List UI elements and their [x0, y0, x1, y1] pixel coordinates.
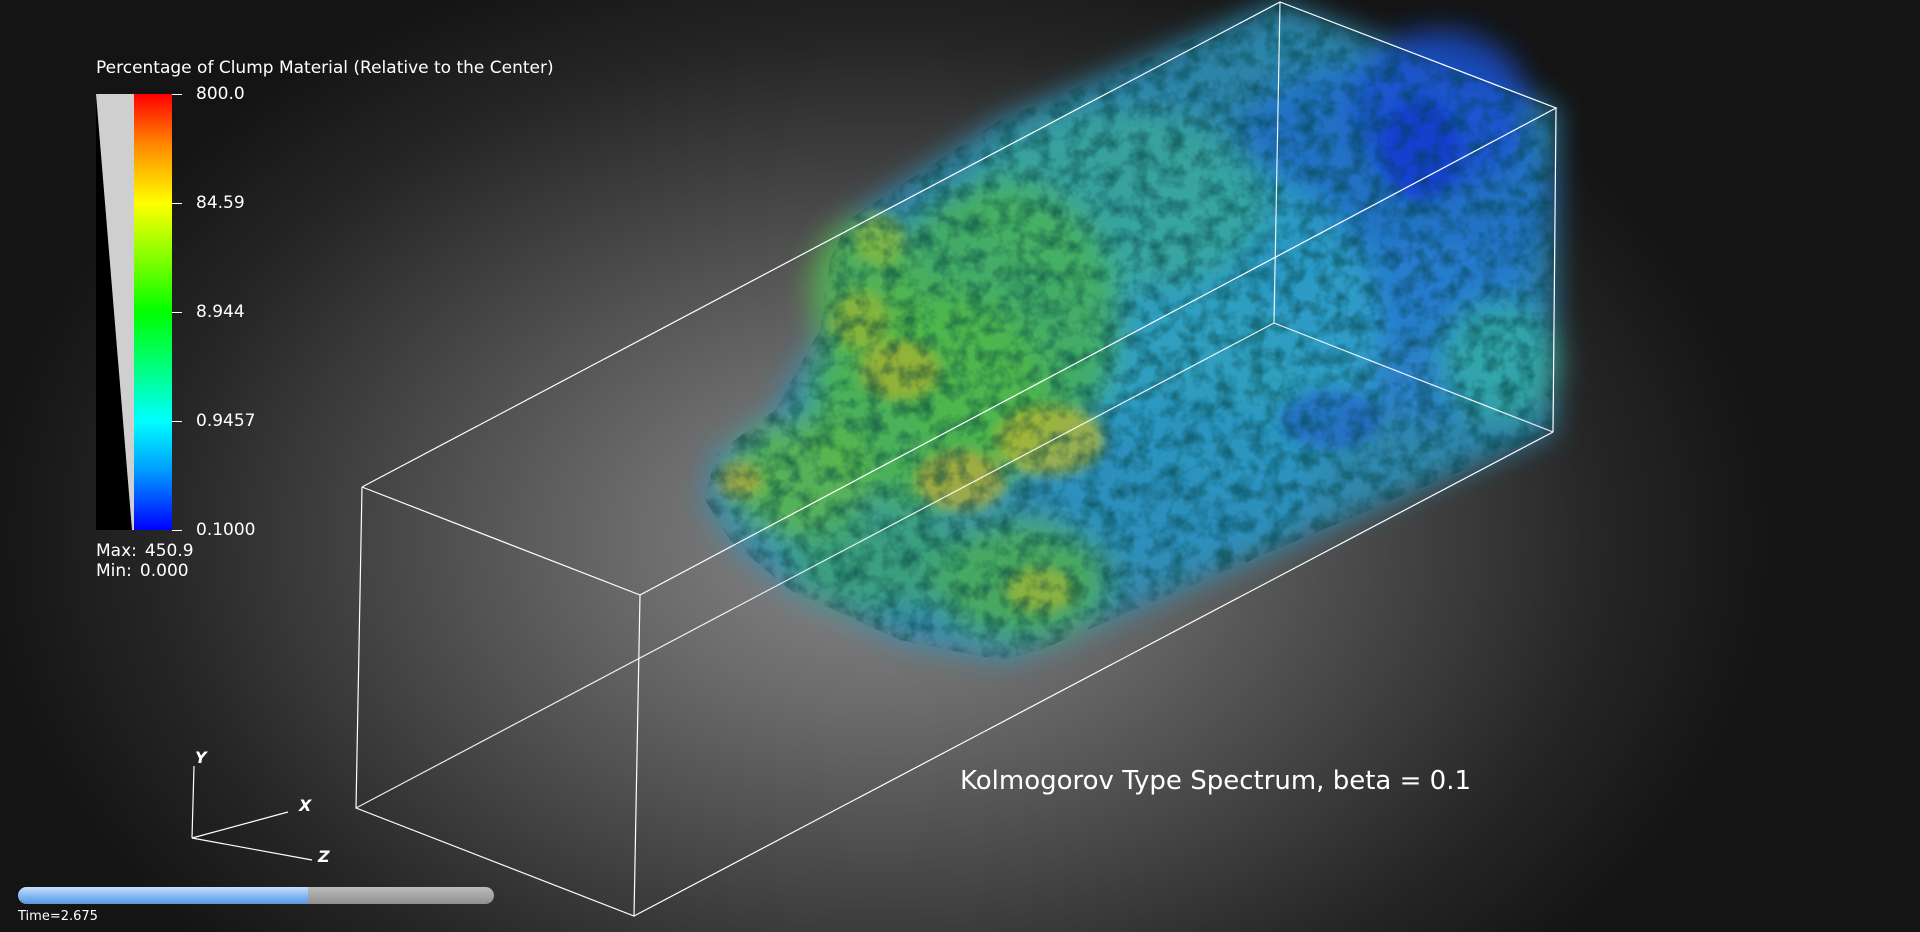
axis-label-z: Z	[318, 847, 330, 866]
time-label: Time=2.675	[18, 909, 98, 924]
legend-tick-label: 84.59	[196, 193, 245, 213]
legend-tick	[172, 203, 182, 204]
plot-caption: Kolmogorov Type Spectrum, beta = 0.1	[960, 766, 1471, 796]
legend-tick-label: 8.944	[196, 302, 245, 322]
legend-max: Max: 450.9	[96, 541, 194, 561]
legend-min-label: Min:	[96, 561, 132, 581]
orientation-axes	[191, 765, 313, 861]
time-progress-bar[interactable]	[18, 887, 494, 904]
legend-tick-label: 0.9457	[196, 411, 256, 431]
legend-tick	[172, 530, 182, 531]
axis-label-y: Y	[195, 748, 207, 767]
legend-tick	[172, 94, 182, 95]
legend-tick	[172, 421, 182, 422]
legend-title: Percentage of Clump Material (Relative t…	[96, 58, 554, 78]
legend-min: Min: 0.000	[96, 561, 189, 581]
time-progress-fill	[18, 887, 309, 904]
axis-label-x: X	[299, 796, 312, 815]
legend-tick	[172, 312, 182, 313]
legend-max-label: Max:	[96, 541, 137, 561]
legend-min-value: 0.000	[139, 561, 189, 581]
legend-tick-label: 0.1000	[196, 520, 256, 540]
legend-tick-label: 800.0	[196, 84, 245, 104]
opacity-transfer-bar	[96, 94, 134, 530]
legend-max-value: 450.9	[144, 541, 194, 561]
colormap-bar	[134, 94, 172, 530]
